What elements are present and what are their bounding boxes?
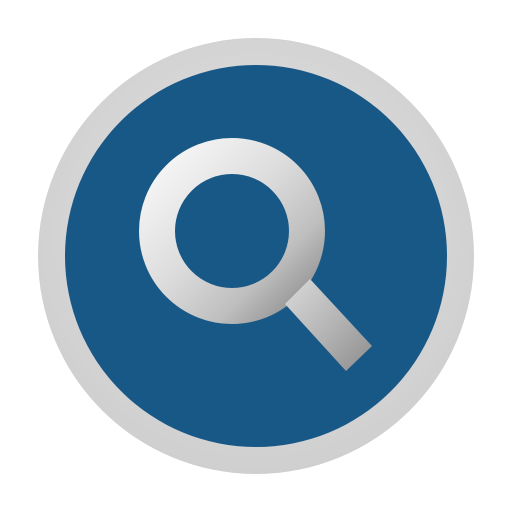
inner-disc: [65, 65, 447, 447]
app-icon-canvas: [0, 0, 512, 512]
search-app-icon[interactable]: [0, 0, 512, 512]
